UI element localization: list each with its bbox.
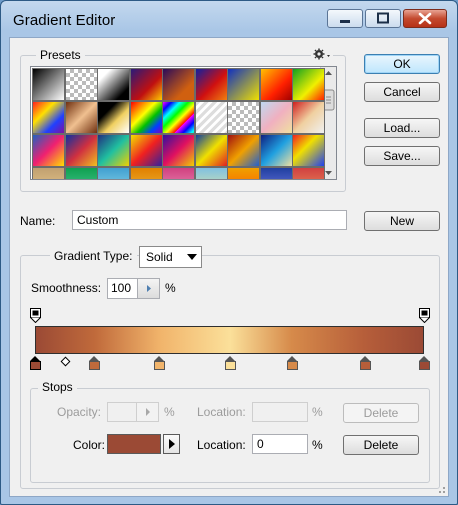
color-label: Color: <box>73 438 106 452</box>
midpoint-diamond[interactable] <box>60 356 71 367</box>
opacity-location-unit: % <box>312 405 323 419</box>
opacity-label: Opacity: <box>57 405 102 419</box>
gradient-type-value: Solid <box>146 250 173 264</box>
close-icon <box>418 12 432 25</box>
opacity-unit: % <box>164 405 175 419</box>
preset-swatch[interactable] <box>292 134 325 167</box>
opacity-location-label: Location: <box>197 405 246 419</box>
preset-swatch[interactable] <box>32 134 65 167</box>
load-button[interactable]: Load... <box>364 118 440 138</box>
opacity-input[interactable] <box>107 402 137 422</box>
smoothness-unit: % <box>165 281 176 295</box>
triangle-right-icon <box>146 408 150 416</box>
opacity-stop[interactable] <box>418 308 430 324</box>
preset-swatch[interactable] <box>162 134 195 167</box>
name-label: Name: <box>20 214 56 228</box>
preset-swatch[interactable] <box>32 101 65 134</box>
preset-swatch[interactable] <box>259 101 293 134</box>
minimize-icon <box>340 20 350 23</box>
preset-swatch[interactable] <box>227 167 260 179</box>
new-button[interactable]: New <box>364 211 440 231</box>
window-title: Gradient Editor <box>13 12 116 29</box>
preset-swatch[interactable] <box>227 101 260 134</box>
close-button[interactable] <box>403 9 447 28</box>
smoothness-input[interactable]: 100 <box>107 278 138 299</box>
preset-swatch[interactable] <box>97 101 130 134</box>
preset-swatch[interactable] <box>64 68 98 101</box>
preset-swatch[interactable] <box>129 167 163 179</box>
preset-swatch[interactable] <box>129 101 163 134</box>
presets-swatch-grid[interactable] <box>30 66 337 180</box>
smoothness-slider-toggle[interactable] <box>138 278 160 299</box>
resize-grip-icon[interactable] <box>435 483 447 495</box>
preset-swatch[interactable] <box>259 68 293 101</box>
color-stop[interactable] <box>224 356 236 370</box>
preset-swatch[interactable] <box>194 68 228 101</box>
opacity-stop[interactable] <box>29 308 41 324</box>
gradient-type-select[interactable]: Solid <box>139 246 202 268</box>
gradient-type-label: Gradient Type: <box>50 249 137 263</box>
gear-icon <box>313 48 330 60</box>
color-location-label: Location: <box>197 438 246 452</box>
smoothness-label: Smoothness: <box>31 281 102 295</box>
preset-swatch[interactable] <box>97 134 130 167</box>
color-stop[interactable] <box>88 356 100 370</box>
delete-opacity-stop-button[interactable]: Delete <box>343 403 419 423</box>
preset-swatch[interactable] <box>64 167 98 179</box>
preset-swatch[interactable] <box>227 68 260 101</box>
gradient-preview-bar[interactable] <box>35 326 424 354</box>
chevron-down-icon <box>187 254 197 260</box>
preset-swatch[interactable] <box>129 134 163 167</box>
delete-color-stop-button[interactable]: Delete <box>343 435 419 455</box>
opacity-slider-toggle[interactable] <box>137 402 159 422</box>
preset-swatch[interactable] <box>162 167 195 179</box>
preset-swatch[interactable] <box>259 134 293 167</box>
color-stop[interactable] <box>418 356 430 370</box>
presets-menu-button[interactable] <box>311 47 333 61</box>
preset-swatch[interactable] <box>129 68 163 101</box>
preset-swatch[interactable] <box>32 167 65 179</box>
color-stop[interactable] <box>286 356 298 370</box>
name-input[interactable]: Custom <box>72 210 347 230</box>
maximize-icon <box>377 12 389 24</box>
preset-swatch[interactable] <box>259 167 293 179</box>
scroll-up-icon <box>325 71 332 75</box>
color-location-input[interactable]: 0 <box>252 434 308 454</box>
dialog-body: Presets OK Cancel Load... Save... Name: … <box>9 37 449 497</box>
presets-label: Presets <box>36 48 85 62</box>
ok-button[interactable]: OK <box>364 54 440 74</box>
opacity-stop-track[interactable] <box>29 306 431 326</box>
preset-swatch[interactable] <box>194 167 228 179</box>
preset-swatch[interactable] <box>97 167 130 179</box>
color-stop-track[interactable] <box>29 354 431 374</box>
preset-swatch[interactable] <box>32 68 65 101</box>
opacity-location-input[interactable] <box>252 402 308 422</box>
color-stop[interactable] <box>359 356 371 370</box>
preset-swatch[interactable] <box>162 101 195 134</box>
color-stop[interactable] <box>29 356 41 370</box>
preset-swatch[interactable] <box>97 68 130 101</box>
save-button[interactable]: Save... <box>364 146 440 166</box>
gradient-editor-window: Gradient Editor Presets OK Cancel Load..… <box>0 0 458 505</box>
cancel-button[interactable]: Cancel <box>364 82 440 102</box>
maximize-button[interactable] <box>365 9 401 28</box>
triangle-right-icon <box>169 439 175 449</box>
preset-swatch[interactable] <box>292 167 325 179</box>
scroll-down-icon <box>325 171 332 175</box>
minimize-button[interactable] <box>327 9 363 28</box>
color-stop[interactable] <box>154 356 166 370</box>
preset-swatch[interactable] <box>194 134 228 167</box>
color-location-unit: % <box>312 438 323 452</box>
preset-swatch[interactable] <box>227 134 260 167</box>
preset-swatch[interactable] <box>194 101 228 134</box>
preset-swatch[interactable] <box>292 101 325 134</box>
stop-color-swatch[interactable] <box>107 434 161 454</box>
color-menu-button[interactable] <box>163 434 180 454</box>
preset-swatch[interactable] <box>292 68 325 101</box>
preset-swatch[interactable] <box>64 101 98 134</box>
preset-swatch[interactable] <box>162 68 195 101</box>
stops-label: Stops <box>38 380 77 394</box>
preset-swatch[interactable] <box>64 134 98 167</box>
triangle-right-icon <box>147 285 151 292</box>
